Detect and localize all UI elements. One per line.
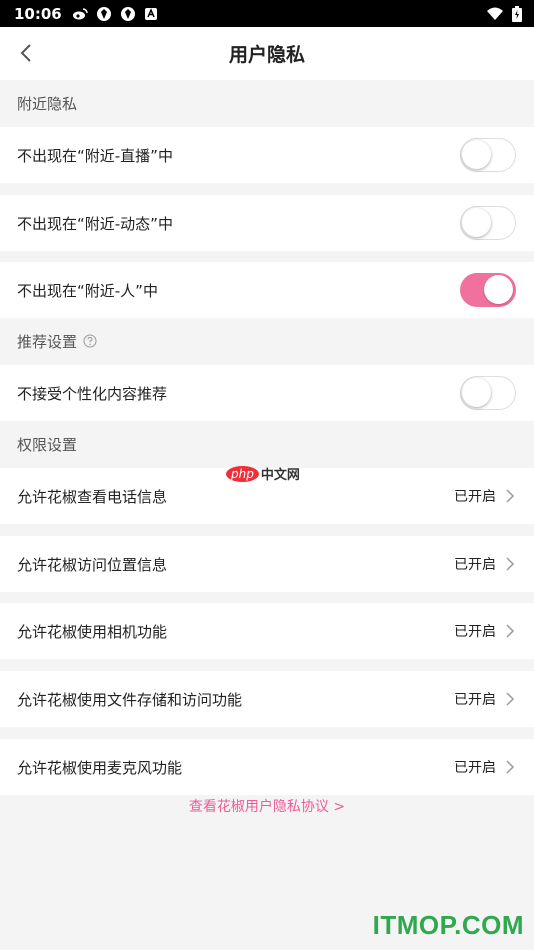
chevron-left-icon [20, 44, 31, 62]
permission-row-location[interactable]: 允许花椒访问位置信息 已开启 [0, 536, 534, 592]
section-title: 附近隐私 [17, 94, 78, 113]
site-watermark: ITMOP.COM [372, 910, 524, 940]
toggle-row-nearby-people: 不出现在“附近-人”中 [0, 262, 534, 318]
section-title: 权限设置 [17, 435, 78, 454]
php-text: 中文网 [260, 468, 300, 483]
section-header-nearby: 附近隐私 [0, 80, 534, 126]
permission-row-camera[interactable]: 允许花椒使用相机功能 已开启 [0, 603, 534, 659]
permission-label: 允许花椒使用文件存储和访问功能 [17, 690, 243, 709]
toggle-row-nearby-live: 不出现在“附近-直播”中 [0, 127, 534, 183]
php-badge: php [226, 465, 259, 482]
chevron-right-icon [506, 624, 515, 638]
permission-status: 已开启 [454, 557, 496, 573]
help-icon[interactable] [83, 334, 97, 348]
chevron-right-icon [506, 557, 515, 571]
page-title: 用户隐私 [228, 44, 305, 66]
permission-status: 已开启 [454, 489, 496, 505]
section-title: 推荐设置 [17, 332, 78, 351]
toggle-row-personalized: 不接受个性化内容推荐 [0, 365, 534, 421]
app-icon [120, 6, 136, 22]
back-button[interactable] [12, 39, 40, 67]
nav-bar: 用户隐私 [0, 27, 534, 80]
status-time: 10:06 [14, 4, 62, 23]
battery-icon [512, 5, 522, 22]
app-icon [96, 6, 112, 22]
permission-label: 允许花椒访问位置信息 [17, 555, 168, 574]
toggle-switch-nearby-people[interactable] [460, 273, 516, 307]
permission-row-storage[interactable]: 允许花椒使用文件存储和访问功能 已开启 [0, 671, 534, 727]
toggle-label: 不出现在“附近-动态”中 [17, 214, 173, 233]
toggle-knob [462, 208, 491, 237]
permission-label: 允许花椒查看电话信息 [17, 487, 168, 506]
section-header-permission: 权限设置 [0, 421, 534, 467]
toggle-knob [462, 140, 491, 169]
privacy-policy-link[interactable]: 查看花椒用户隐私协议 > [0, 796, 534, 816]
permission-label: 允许花椒使用相机功能 [17, 622, 168, 641]
toggle-knob [484, 275, 513, 304]
chevron-right-icon [506, 760, 515, 774]
permission-status: 已开启 [454, 760, 496, 776]
toggle-label: 不接受个性化内容推荐 [17, 384, 168, 403]
toggle-label: 不出现在“附近-人”中 [17, 281, 158, 300]
permission-status: 已开启 [454, 624, 496, 640]
permission-label: 允许花椒使用麦克风功能 [17, 758, 183, 777]
weibo-icon [72, 6, 88, 22]
php-watermark: php 中文网 [226, 464, 300, 483]
toggle-switch-personalized[interactable] [460, 376, 516, 410]
toggle-knob [462, 378, 491, 407]
toggle-row-nearby-dynamic: 不出现在“附近-动态”中 [0, 195, 534, 251]
wifi-icon [486, 6, 504, 22]
status-bar: 10:06 [0, 0, 534, 27]
chevron-right-icon [506, 489, 515, 503]
toggle-switch-nearby-live[interactable] [460, 138, 516, 172]
permission-status: 已开启 [454, 692, 496, 708]
notification-icon [144, 6, 160, 22]
chevron-right-icon [506, 692, 515, 706]
toggle-switch-nearby-dynamic[interactable] [460, 206, 516, 240]
section-header-recommend: 推荐设置 [0, 318, 534, 364]
permission-row-microphone[interactable]: 允许花椒使用麦克风功能 已开启 [0, 739, 534, 795]
toggle-label: 不出现在“附近-直播”中 [17, 146, 173, 165]
